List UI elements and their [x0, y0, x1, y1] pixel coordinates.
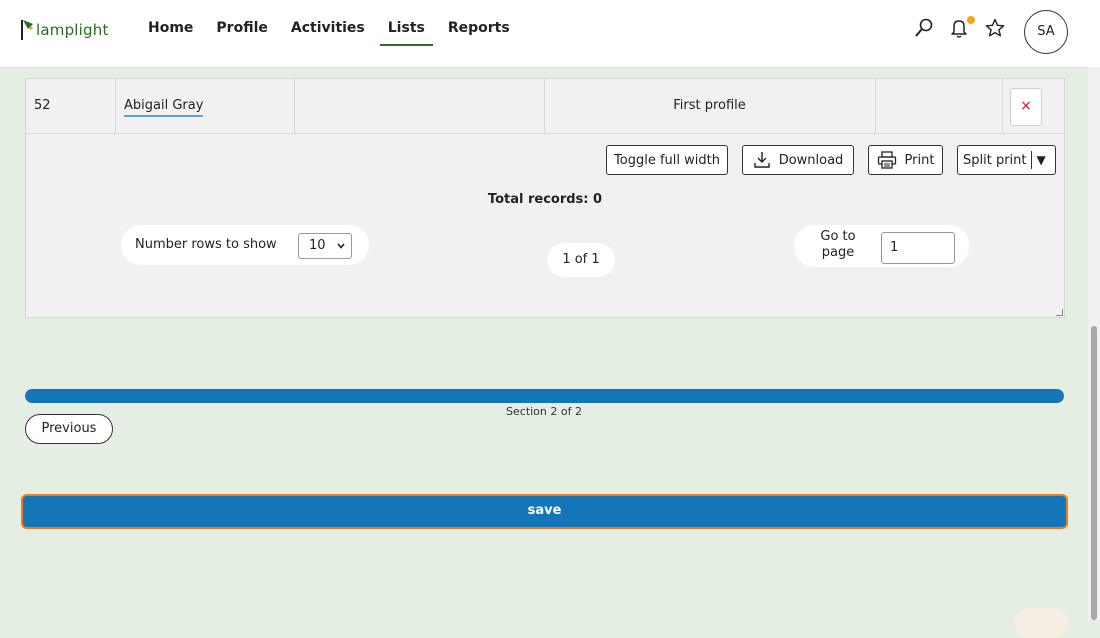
go-to-label-line2: page [821, 245, 855, 260]
rows-per-page-value: 10 [309, 238, 326, 253]
total-records: Total records: 0 [487, 192, 603, 207]
search-icon[interactable] [913, 17, 935, 39]
table-row: 52 Abigail Gray First profile × [26, 79, 1064, 134]
rows-per-page-control: Number rows to show 10 [121, 225, 369, 265]
user-avatar[interactable]: SA [1024, 10, 1068, 54]
split-print-dropdown-icon[interactable]: ▼ [1037, 153, 1046, 167]
go-to-label-line1: Go to [820, 229, 856, 244]
download-icon [753, 152, 770, 168]
go-to-page-label: Go to page [808, 229, 868, 261]
cell-id: 52 [26, 79, 116, 133]
section-indicator: Section 2 of 2 [506, 405, 582, 418]
chevron-down-icon [337, 234, 345, 268]
lamp-icon [20, 18, 34, 40]
main-nav: Home Profile Activities Lists Reports [138, 0, 523, 67]
save-button[interactable]: save [21, 494, 1068, 529]
resize-handle[interactable] [1056, 309, 1063, 316]
notification-badge [967, 16, 975, 24]
section-progress-bar [25, 389, 1064, 403]
print-label: Print [904, 152, 935, 168]
star-icon[interactable] [984, 17, 1006, 39]
cell-delete: × [1002, 79, 1064, 133]
nav-activities[interactable]: Activities [281, 0, 375, 56]
download-label: Download [778, 152, 844, 168]
go-to-page-control: Go to page 1 [794, 225, 969, 267]
cell-profile-type: First profile [544, 79, 876, 133]
results-table-panel: 52 Abigail Gray First profile × Toggle f… [25, 78, 1065, 318]
logo-text: lamplight [36, 21, 109, 39]
cell-empty [295, 79, 545, 133]
nav-lists[interactable]: Lists [378, 0, 435, 56]
lamplight-logo[interactable]: lamplight [20, 14, 109, 40]
split-print-button[interactable]: Split print ▼ [957, 145, 1056, 175]
split-print-label: Split print [963, 152, 1027, 168]
previous-button[interactable]: Previous [25, 414, 113, 444]
nav-profile[interactable]: Profile [206, 0, 277, 56]
go-to-page-input[interactable]: 1 [881, 232, 955, 264]
nav-home[interactable]: Home [138, 0, 203, 56]
profile-name-link[interactable]: Abigail Gray [124, 98, 204, 117]
split-divider [1030, 151, 1032, 169]
cell-blank [875, 79, 1003, 133]
rows-per-page-select[interactable]: 10 [298, 233, 352, 259]
page-indicator: 1 of 1 [547, 243, 615, 277]
rows-per-page-label: Number rows to show [135, 237, 277, 252]
chat-widget-button[interactable] [1014, 608, 1068, 638]
printer-icon [877, 151, 896, 169]
top-navigation-bar: lamplight Home Profile Activities Lists … [0, 0, 1100, 68]
print-button[interactable]: Print [868, 145, 943, 175]
toggle-full-width-button[interactable]: Toggle full width [606, 145, 728, 175]
delete-row-button[interactable]: × [1010, 88, 1042, 126]
download-button[interactable]: Download [742, 145, 854, 175]
page-scrollbar-thumb[interactable] [1091, 326, 1097, 620]
section-progress-fill [25, 389, 1064, 403]
cell-name: Abigail Gray [116, 79, 295, 133]
nav-reports[interactable]: Reports [438, 0, 520, 56]
